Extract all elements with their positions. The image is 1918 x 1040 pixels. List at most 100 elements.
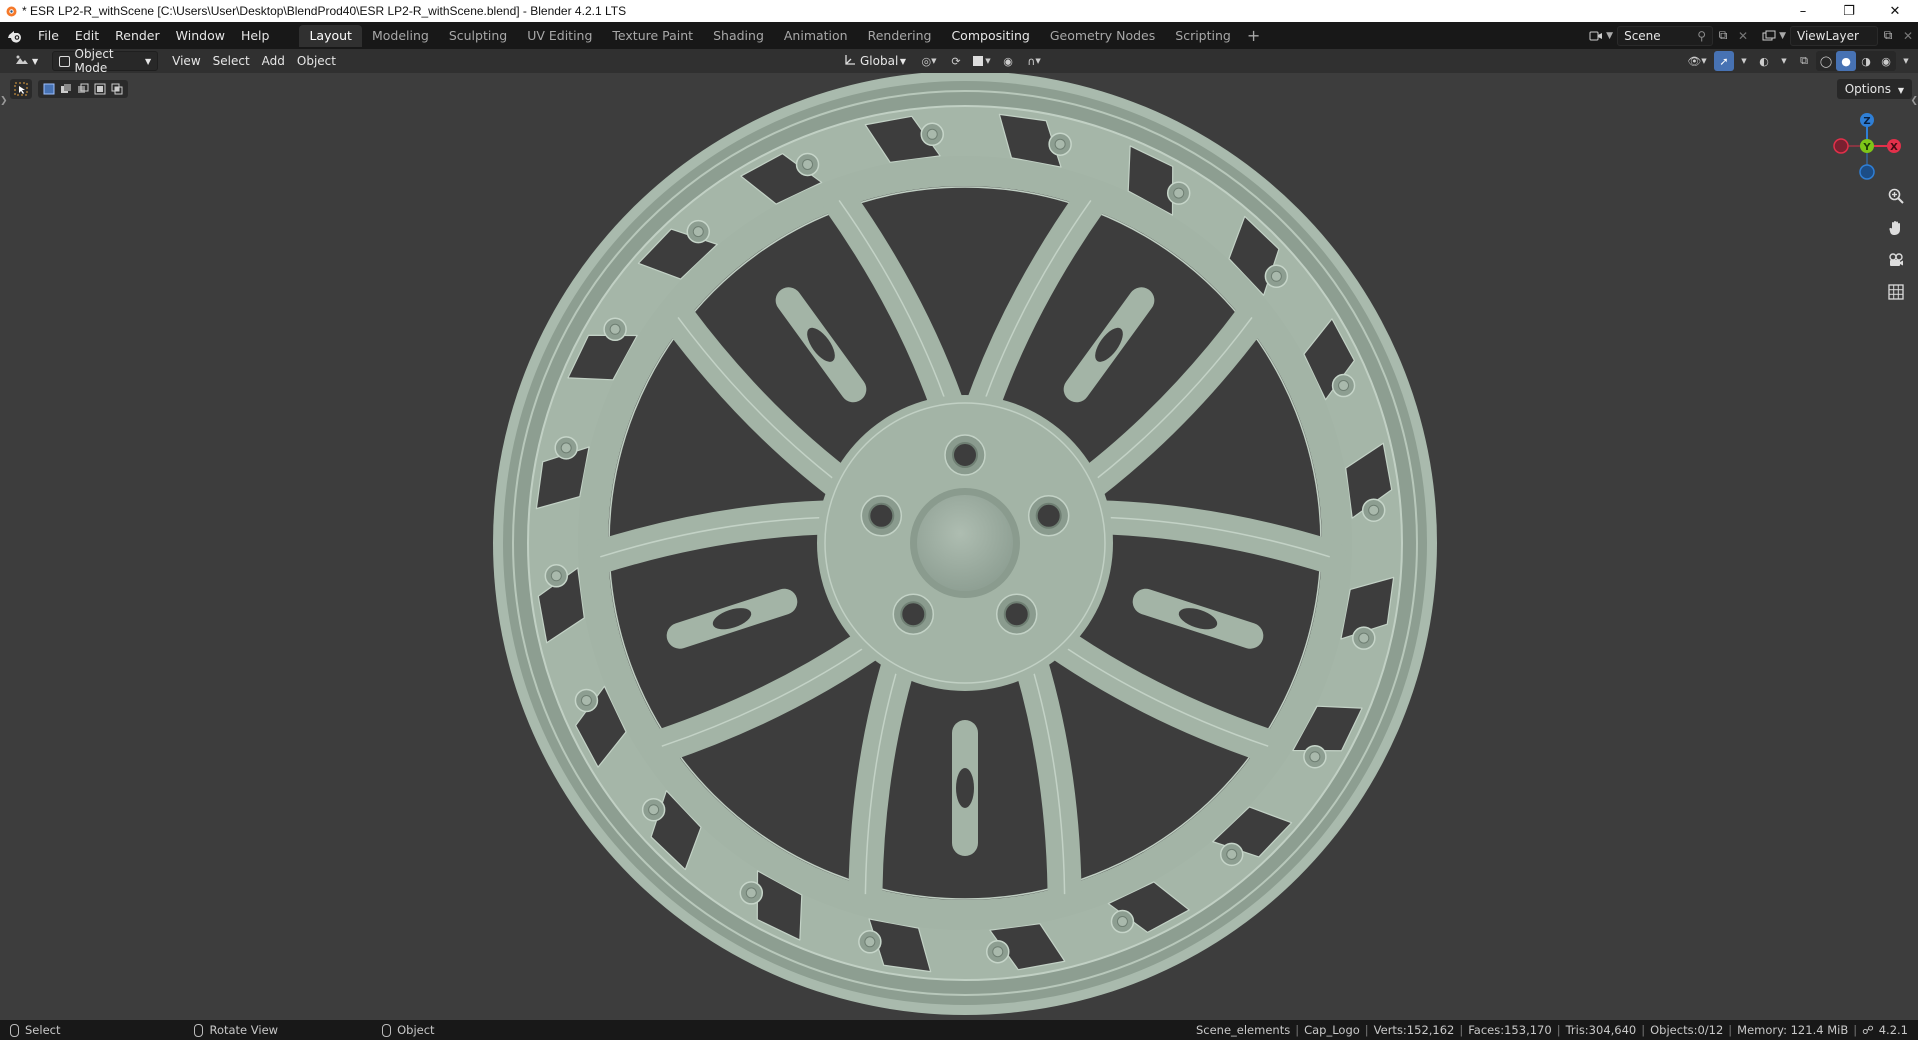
plus-icon[interactable]: + (1241, 26, 1266, 45)
perspective-grid-icon[interactable] (1882, 279, 1910, 305)
tab-texture-paint[interactable]: Texture Paint (602, 25, 703, 47)
rim-bolt-head (802, 158, 814, 170)
delete-view-layer-icon[interactable]: ✕ (1898, 26, 1918, 46)
blender-logo-icon[interactable] (0, 29, 30, 43)
xray-icon[interactable]: ⧉ (1794, 51, 1814, 71)
neg-x-axis[interactable] (1833, 138, 1849, 154)
solid-shading-icon[interactable]: ● (1836, 51, 1856, 71)
chevron-down-icon[interactable]: ▼ (1776, 51, 1792, 71)
window-title: * ESR LP2-R_withScene [C:\Users\User\Des… (22, 4, 627, 18)
chevron-down-icon: ▼ (1897, 86, 1904, 95)
view-layer-field[interactable]: ViewLayer (1790, 25, 1878, 46)
view-menu[interactable]: View (166, 51, 206, 71)
delete-scene-icon[interactable]: ✕ (1733, 26, 1753, 46)
snap-icon[interactable]: ⟳ (946, 51, 966, 71)
toolbar-expand-icon[interactable]: ❯ (0, 96, 8, 106)
new-view-layer-icon[interactable]: ⧉ (1878, 26, 1898, 46)
chevron-down-icon[interactable]: ▼ (1606, 31, 1613, 41)
mouse-right-icon (382, 1023, 392, 1037)
scene-name-field[interactable]: Scene ⚲ (1617, 25, 1714, 46)
scene-icon[interactable] (1586, 26, 1606, 46)
chevron-down-icon[interactable]: ▼ (1779, 31, 1786, 41)
x-axis-label: X (1890, 142, 1898, 153)
mouse-middle-icon (194, 1023, 204, 1037)
object-mode-dropdown[interactable]: Object Mode ▼ (52, 47, 159, 75)
wheel-model[interactable] (490, 73, 1440, 1020)
material-shading-icon[interactable]: ◑ (1856, 51, 1876, 71)
proportional-falloff-icon[interactable]: ∩ ▼ (1020, 51, 1048, 71)
wireframe-shading-icon[interactable]: ◯ (1816, 51, 1836, 71)
tab-uv-editing[interactable]: UV Editing (517, 25, 602, 47)
network-icon: ☍ (1862, 1023, 1874, 1037)
tab-compositing[interactable]: Compositing (941, 25, 1039, 47)
navigation-gizmo[interactable]: Z X Y (1830, 95, 1904, 185)
zoom-icon[interactable] (1882, 183, 1910, 209)
view-layer-icon[interactable] (1759, 26, 1779, 46)
tab-animation[interactable]: Animation (774, 25, 858, 47)
tab-modeling[interactable]: Modeling (362, 25, 439, 47)
orientation-dropdown[interactable]: Global ▼ (838, 51, 912, 71)
select-tool-icon[interactable] (10, 79, 32, 99)
chevron-down-icon[interactable]: ▼ (1898, 51, 1914, 71)
select-extend-icon[interactable] (58, 82, 74, 96)
restore-icon[interactable]: ❐ (1826, 0, 1872, 22)
stat-version: 4.2.1 (1878, 1023, 1908, 1037)
menu-help[interactable]: Help (233, 25, 278, 47)
orientation-label: Global (860, 54, 899, 68)
3d-viewport[interactable]: ❯ ❮ Options ▼ Z X Y (0, 73, 1918, 1020)
menu-file[interactable]: File (30, 25, 67, 47)
stat-objects: Objects:0/12 (1650, 1023, 1724, 1037)
chevron-down-icon[interactable]: ▼ (1736, 51, 1752, 71)
viewport-display-controls: 👁 ▼ ➚ ▼ ◐ ▼ ⧉ ◯ ● ◑ ◉ ▼ (1682, 51, 1914, 71)
select-new-icon[interactable] (41, 82, 57, 96)
hint-rotate-label: Rotate View (209, 1023, 279, 1037)
window-titlebar: * ESR LP2-R_withScene [C:\Users\User\Des… (0, 0, 1918, 22)
rendered-shading-icon[interactable]: ◉ (1876, 51, 1896, 71)
pan-hand-icon[interactable] (1882, 215, 1910, 241)
pivot-point-icon[interactable]: ◎ ▼ (914, 51, 944, 71)
object-menu[interactable]: Object (291, 51, 342, 71)
overlays-icon[interactable]: ◐ (1754, 51, 1774, 71)
tab-shading[interactable]: Shading (703, 25, 774, 47)
rim-bolt-head (609, 323, 621, 335)
select-invert-icon[interactable] (92, 82, 108, 96)
new-scene-icon[interactable]: ⧉ (1713, 26, 1733, 46)
transform-controls: Global ▼ ◎ ▼ ⟳ ▼ ◉ ∩ ▼ (838, 51, 1048, 71)
tab-geometry-nodes[interactable]: Geometry Nodes (1040, 25, 1165, 47)
visibility-icon[interactable]: 👁 ▼ (1682, 51, 1712, 71)
menu-edit[interactable]: Edit (67, 25, 107, 47)
neg-z-axis[interactable] (1859, 164, 1875, 180)
camera-view-icon[interactable] (1882, 247, 1910, 273)
rim-bolt-head (648, 804, 660, 816)
lug-hole (1003, 601, 1030, 628)
shading-mode-group: ◯ ● ◑ ◉ (1816, 51, 1896, 71)
rim-bolt-head (550, 570, 562, 582)
center-cap[interactable] (917, 495, 1013, 591)
add-menu[interactable]: Add (256, 51, 291, 71)
stat-memory: Memory: 121.4 MiB (1737, 1023, 1849, 1037)
close-icon[interactable]: ✕ (1872, 0, 1918, 22)
scene-statistics: Scene_elements | Cap_Logo | Verts:152,16… (1195, 1023, 1908, 1037)
select-menu[interactable]: Select (207, 51, 256, 71)
gizmo-toggle-icon[interactable]: ➚ (1714, 51, 1734, 71)
rim-bolt-head (926, 128, 938, 140)
tab-sculpting[interactable]: Sculpting (439, 25, 517, 47)
snap-target-icon[interactable]: ▼ (968, 51, 996, 71)
editor-type-button[interactable]: ▼ (8, 51, 44, 71)
menu-window[interactable]: Window (168, 25, 233, 47)
pin-icon[interactable]: ⚲ (1697, 29, 1706, 43)
menu-render[interactable]: Render (107, 25, 168, 47)
view-layer-name: ViewLayer (1797, 28, 1859, 43)
minimize-icon[interactable]: – (1780, 0, 1826, 22)
y-axis-label: Y (1862, 142, 1871, 153)
status-bar: Select Rotate View Object Scene_elements… (0, 1020, 1918, 1040)
tab-layout[interactable]: Layout (299, 24, 362, 47)
rim-bolt-head (1116, 916, 1128, 928)
rim-bolt-head (580, 694, 592, 706)
tab-scripting[interactable]: Scripting (1165, 25, 1241, 47)
proportional-editing-icon[interactable]: ◉ (998, 51, 1018, 71)
rim-bolt-head (745, 887, 757, 899)
tab-rendering[interactable]: Rendering (858, 25, 942, 47)
select-subtract-icon[interactable] (75, 82, 91, 96)
select-intersect-icon[interactable] (109, 82, 125, 96)
